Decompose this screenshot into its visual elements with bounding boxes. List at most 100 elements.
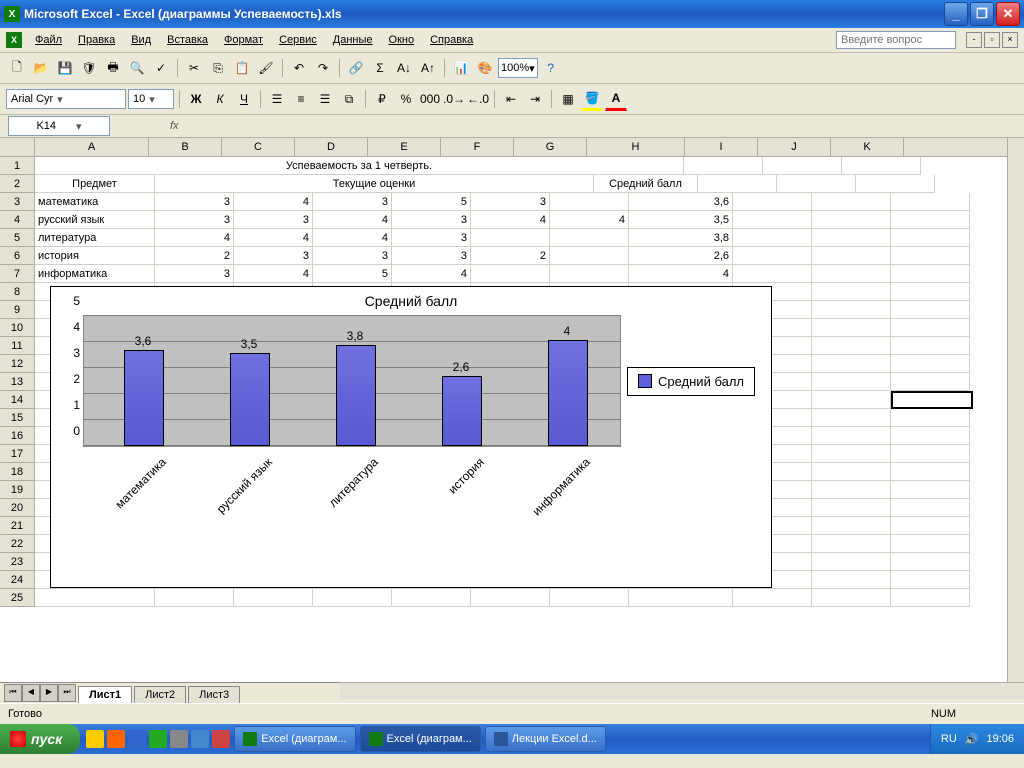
menu-tools[interactable]: Сервис [271, 32, 325, 48]
cell[interactable] [812, 427, 891, 445]
cell[interactable] [812, 229, 891, 247]
cell[interactable] [891, 265, 970, 283]
cell[interactable] [550, 589, 629, 607]
row-header[interactable]: 18 [0, 463, 35, 481]
cell[interactable]: русский язык [35, 211, 155, 229]
cell[interactable] [891, 373, 970, 391]
cell[interactable] [550, 229, 629, 247]
cell[interactable] [392, 589, 471, 607]
cell[interactable] [891, 445, 970, 463]
cell[interactable]: 2 [471, 247, 550, 265]
cut-icon[interactable]: ✂ [183, 57, 205, 79]
cell[interactable] [812, 445, 891, 463]
dec-decimal-icon[interactable]: ←.0 [467, 88, 489, 110]
cell[interactable] [35, 589, 155, 607]
cell[interactable] [777, 175, 856, 193]
cell[interactable] [856, 175, 935, 193]
cell[interactable]: 3 [392, 247, 471, 265]
help-search-input[interactable] [836, 31, 956, 49]
language-indicator[interactable]: RU [941, 733, 957, 745]
cell[interactable]: 4 [313, 211, 392, 229]
menu-file[interactable]: Файл [27, 32, 70, 48]
menu-data[interactable]: Данные [325, 32, 381, 48]
minimize-button[interactable]: _ [944, 2, 968, 26]
zoom-combo[interactable]: 100%▾ [498, 58, 538, 78]
tab-prev[interactable]: ◀ [22, 684, 40, 702]
permission-icon[interactable]: 🛡 [78, 57, 100, 79]
cell[interactable]: 4 [629, 265, 733, 283]
bold-icon[interactable]: Ж [185, 88, 207, 110]
ql-icon-1[interactable] [86, 730, 104, 748]
dec-indent-icon[interactable]: ⇤ [500, 88, 522, 110]
currency-icon[interactable]: ₽ [371, 88, 393, 110]
cell[interactable] [812, 517, 891, 535]
column-header[interactable]: K [831, 138, 904, 156]
select-all-corner[interactable] [0, 138, 35, 156]
cell[interactable] [812, 481, 891, 499]
cell[interactable] [733, 265, 812, 283]
column-header[interactable]: F [441, 138, 514, 156]
ql-icon-6[interactable] [191, 730, 209, 748]
cell[interactable] [812, 391, 891, 409]
menu-window[interactable]: Окно [381, 32, 423, 48]
cell[interactable] [812, 499, 891, 517]
tab-last[interactable]: ⏭ [58, 684, 76, 702]
cell[interactable] [155, 589, 234, 607]
cell[interactable] [812, 301, 891, 319]
cell[interactable] [629, 589, 733, 607]
column-header[interactable]: E [368, 138, 441, 156]
align-right-icon[interactable]: ☰ [314, 88, 336, 110]
inc-decimal-icon[interactable]: .0→ [443, 88, 465, 110]
cell[interactable] [891, 283, 970, 301]
tray-icon[interactable]: 🔊 [965, 733, 979, 746]
cell[interactable]: Средний балл [594, 175, 698, 193]
cell[interactable]: 4 [471, 211, 550, 229]
cell[interactable]: 4 [234, 265, 313, 283]
cell[interactable] [812, 535, 891, 553]
cell[interactable] [733, 211, 812, 229]
cell[interactable] [763, 157, 842, 175]
cell[interactable]: Успеваемость за 1 четверть. [35, 157, 684, 175]
cell[interactable] [812, 319, 891, 337]
row-header[interactable]: 22 [0, 535, 35, 553]
format-painter-icon[interactable]: 🖌 [255, 57, 277, 79]
cell[interactable] [733, 247, 812, 265]
row-header[interactable]: 24 [0, 571, 35, 589]
ql-icon-7[interactable] [212, 730, 230, 748]
cell[interactable]: Текущие оценки [155, 175, 594, 193]
cell[interactable] [684, 157, 763, 175]
mdi-restore[interactable]: ▫ [984, 32, 1000, 48]
cell[interactable] [891, 355, 970, 373]
font-name-combo[interactable]: Arial Cyr▾ [6, 89, 126, 109]
cell[interactable] [812, 589, 891, 607]
cell[interactable]: 2 [155, 247, 234, 265]
taskbar-item-3[interactable]: Лекции Excel.d... [485, 726, 606, 752]
redo-icon[interactable]: ↷ [312, 57, 334, 79]
sort-desc-icon[interactable]: A↑ [417, 57, 439, 79]
row-header[interactable]: 23 [0, 553, 35, 571]
worksheet-grid[interactable]: ABCDEFGHIJK 1Успеваемость за 1 четверть.… [0, 138, 1024, 682]
cell[interactable] [812, 553, 891, 571]
cell[interactable]: 3 [392, 211, 471, 229]
tab-first[interactable]: ⏮ [4, 684, 22, 702]
cell[interactable] [550, 247, 629, 265]
help-icon[interactable]: ? [540, 57, 562, 79]
cell[interactable] [891, 535, 970, 553]
spelling-icon[interactable]: ✓ [150, 57, 172, 79]
cell[interactable] [471, 589, 550, 607]
maximize-button[interactable]: ❐ [970, 2, 994, 26]
cell[interactable] [891, 391, 973, 409]
cell[interactable] [891, 319, 970, 337]
row-header[interactable]: 3 [0, 193, 35, 211]
cell[interactable] [812, 283, 891, 301]
cell[interactable]: 3,8 [629, 229, 733, 247]
cell[interactable] [812, 463, 891, 481]
cell[interactable] [842, 157, 921, 175]
cell[interactable] [812, 193, 891, 211]
row-header[interactable]: 16 [0, 427, 35, 445]
sheet-tab-1[interactable]: Лист1 [78, 686, 132, 703]
column-header[interactable]: C [222, 138, 295, 156]
paste-icon[interactable]: 📋 [231, 57, 253, 79]
start-button[interactable]: пуск [0, 724, 80, 754]
align-center-icon[interactable]: ≡ [290, 88, 312, 110]
